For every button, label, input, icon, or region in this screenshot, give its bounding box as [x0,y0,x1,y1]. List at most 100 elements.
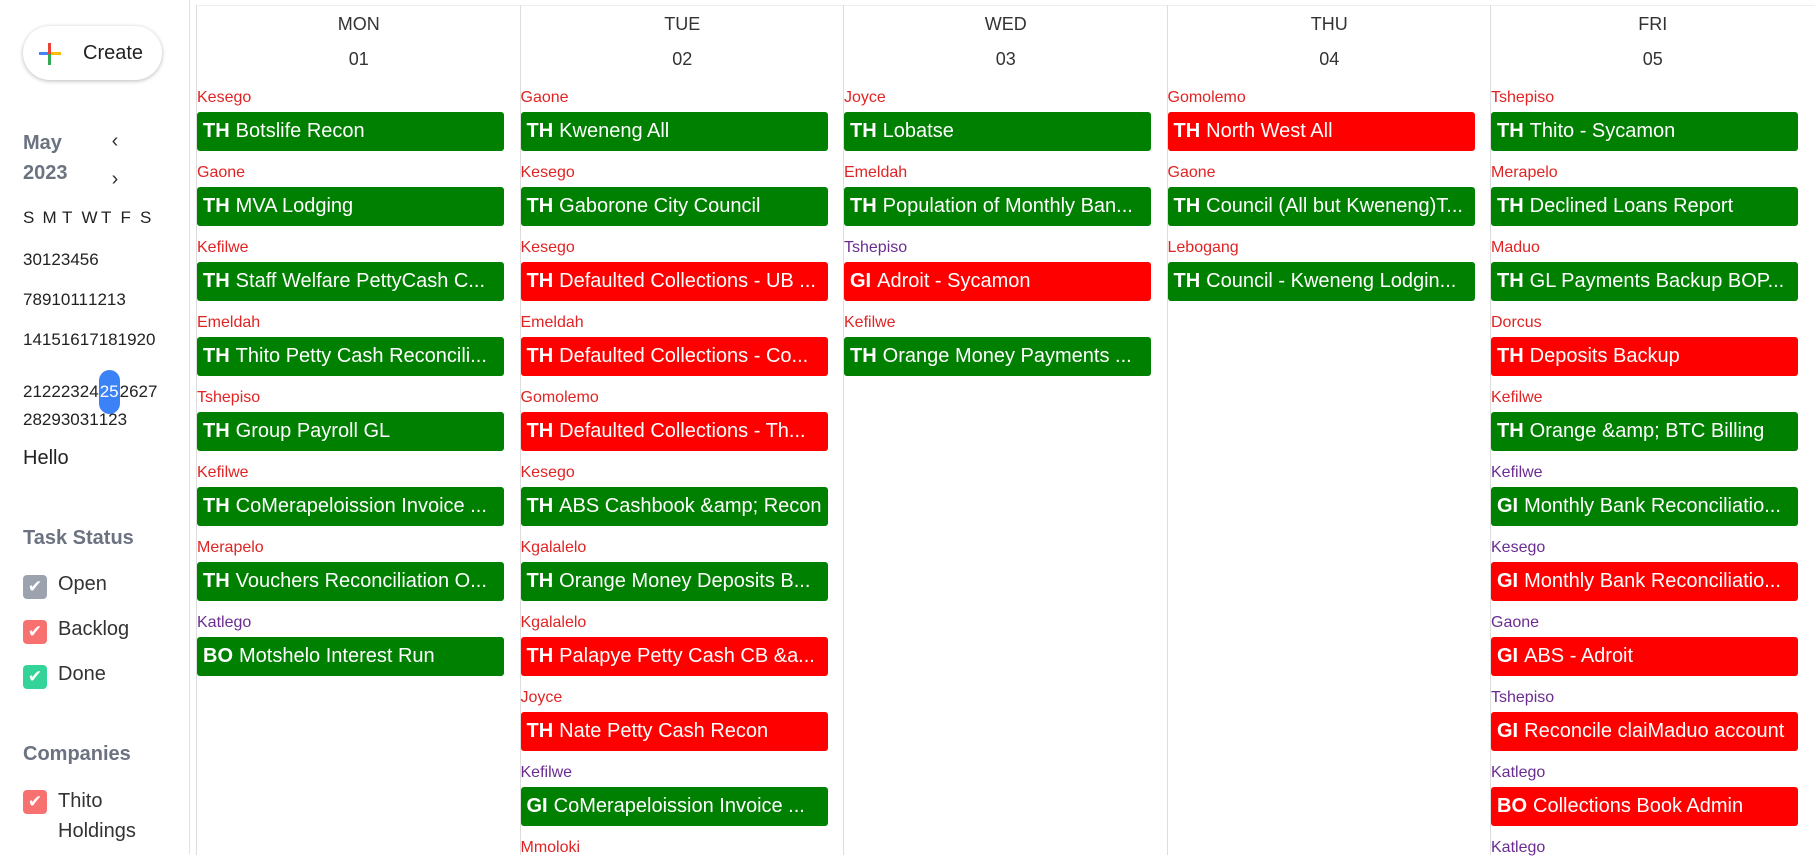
task-event[interactable]: TH Thito Petty Cash Reconcili... [197,337,504,376]
mini-calendar-day[interactable]: 22 [42,382,61,402]
task-title: Collections Book Admin [1533,795,1744,817]
task-event[interactable]: TH Palapye Petty Cash CB &a... [520,637,828,676]
task-event[interactable]: GI CoMerapeloission Invoice ... [520,787,828,826]
task-event[interactable]: TH Orange &amp; BTC Billing [1491,412,1798,451]
mini-calendar-day[interactable]: 26 [120,382,139,402]
mini-calendar-day[interactable]: 3 [61,250,70,270]
task-event[interactable]: GI Monthly Bank Reconciliatio... [1491,562,1798,601]
task-event[interactable]: GI Adroit - Sycamon [844,262,1151,301]
chevron-left-icon[interactable]: ‹ [104,130,126,152]
task-event[interactable]: TH Council - Kweneng Lodgin... [1167,262,1475,301]
task-owner: Merapelo [1491,164,1558,181]
task-event[interactable]: TH ABS Cashbook &amp; Recon [520,487,828,526]
task-event[interactable]: TH Staff Welfare PettyCash C... [197,262,504,301]
task-status-title: Task Status [23,527,134,549]
mini-calendar-day[interactable]: 16 [61,330,80,350]
task-title: Deposits Backup [1529,345,1680,367]
mini-calendar-day[interactable]: 20 [137,330,156,350]
task-event[interactable]: TH Population of Monthly Ban... [844,187,1151,226]
task-event[interactable]: TH Kweneng All [520,112,828,151]
checkbox-checked-icon[interactable]: ✔ [23,790,47,814]
task-event[interactable]: TH Deposits Backup [1491,337,1798,376]
task-company-code: TH [526,345,554,367]
day-date[interactable]: 02 [521,49,845,70]
mini-calendar-day[interactable]: 28 [23,410,42,430]
task-event[interactable]: TH Botslife Recon [197,112,504,151]
mini-calendar-day[interactable]: 12 [88,290,107,310]
mini-calendar-day[interactable]: 24 [80,382,99,402]
task-event[interactable]: GI Monthly Bank Reconciliatio... [1491,487,1798,526]
mini-calendar-day[interactable]: 14 [23,330,42,350]
mini-calendar-day[interactable]: 11 [70,290,88,310]
mini-calendar-day[interactable]: 23 [61,382,80,402]
task-owner: Katlego [1491,764,1546,781]
mini-calendar-day[interactable]: 21 [23,382,42,402]
task-event[interactable]: TH North West All [1167,112,1475,151]
mini-calendar-day[interactable]: 15 [42,330,61,350]
mini-calendar-day[interactable]: 5 [80,250,89,270]
task-event[interactable]: GI ABS - Adroit [1491,637,1798,676]
mini-calendar-day[interactable]: 6 [89,250,98,270]
task-company-code: TH [526,195,554,217]
day-date[interactable]: 01 [197,49,521,70]
task-event[interactable]: TH Orange Money Payments ... [844,337,1151,376]
task-event[interactable]: TH Lobatse [844,112,1151,151]
checkbox-checked-icon[interactable]: ✔ [23,575,47,599]
mini-calendar-day[interactable]: 2 [108,410,117,430]
day-date[interactable]: 05 [1491,49,1815,70]
task-event[interactable]: TH Group Payroll GL [197,412,504,451]
task-event[interactable]: GI Reconcile claiMaduo account [1491,712,1798,751]
mini-calendar-day[interactable]: 27 [139,382,158,402]
mini-calendar-day[interactable]: 3 [118,410,127,430]
mini-calendar-day[interactable]: 2 [51,250,60,270]
task-event[interactable]: TH Defaulted Collections - UB ... [520,262,828,301]
task-event[interactable]: TH Defaulted Collections - Th... [520,412,828,451]
day-date[interactable]: 04 [1168,49,1492,70]
mini-calendar-day[interactable]: 30 [23,250,42,270]
task-event[interactable]: TH Declined Loans Report [1491,187,1798,226]
mini-calendar-day[interactable]: 31 [80,410,99,430]
mini-calendar-day[interactable]: 18 [99,330,118,350]
mini-calendar-day[interactable]: 19 [118,330,137,350]
mini-calendar-day[interactable]: 1 [42,250,51,270]
task-company-code: TH [1173,195,1201,217]
create-label: Create [83,42,144,64]
mini-calendar-day[interactable]: 17 [80,330,99,350]
checkbox-checked-icon[interactable]: ✔ [23,620,47,644]
day-date[interactable]: 03 [844,49,1168,70]
task-event[interactable]: TH Vouchers Reconciliation O... [197,562,504,601]
mini-calendar-day[interactable]: 10 [51,290,70,310]
company-filter[interactable]: ✔ Thito Holdings [23,788,173,842]
task-event[interactable]: TH CoMerapeloission Invoice ... [197,487,504,526]
mini-calendar-day[interactable]: 13 [107,290,126,310]
task-event[interactable]: BO Collections Book Admin [1491,787,1798,826]
mini-calendar-day[interactable]: 30 [61,410,80,430]
mini-calendar-day[interactable]: 29 [42,410,61,430]
task-event[interactable]: TH GL Payments Backup BOP... [1491,262,1798,301]
chevron-right-icon[interactable]: › [104,168,126,190]
task-company-code: TH [1173,120,1201,142]
task-event[interactable]: TH Orange Money Deposits B... [520,562,828,601]
filter-label: Backlog [58,618,130,640]
task-event[interactable]: TH Thito - Sycamon [1491,112,1798,151]
mini-calendar-day[interactable]: 9 [42,290,51,310]
task-owner: Dorcus [1491,314,1542,331]
create-button[interactable]: Create [23,26,162,80]
task-event[interactable]: TH Council (All but Kweneng)T... [1167,187,1475,226]
weekday-label: T [101,208,112,227]
task-event[interactable]: BO Motshelo Interest Run [197,637,504,676]
task-company-code: TH [203,120,230,142]
task-event[interactable]: TH Defaulted Collections - Co... [520,337,828,376]
day-column-wed: WED 03 Joyce TH Lobatse Emeldah TH Population o… [843,5,1168,855]
task-title: Monthly Bank Reconciliatio... [1524,495,1781,517]
mini-calendar-today[interactable]: 25 [98,370,120,414]
mini-calendar-day[interactable]: 7 [23,290,32,310]
task-event[interactable]: TH Gaborone City Council [520,187,828,226]
mini-calendar-day[interactable]: 4 [70,250,79,270]
task-title: Declined Loans Report [1529,195,1734,217]
checkbox-checked-icon[interactable]: ✔ [23,665,47,689]
mini-calendar-day[interactable]: 1 [99,410,108,430]
mini-calendar-day[interactable]: 8 [32,290,41,310]
task-event[interactable]: TH Nate Petty Cash Recon [520,712,828,751]
task-event[interactable]: TH MVA Lodging [197,187,504,226]
